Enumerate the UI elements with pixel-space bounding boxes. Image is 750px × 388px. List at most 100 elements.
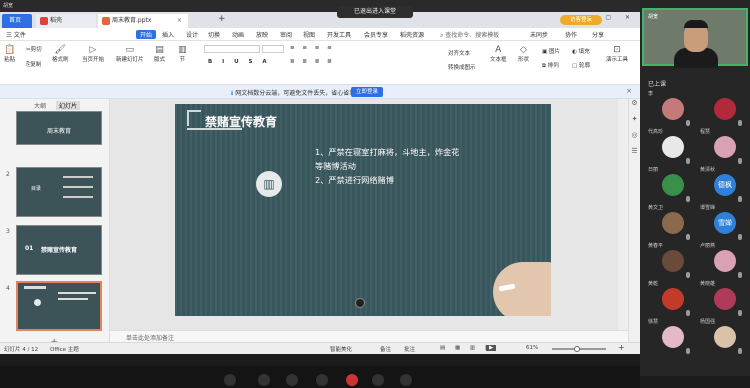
- notes-toggle[interactable]: 备注: [380, 345, 391, 353]
- style-icon[interactable]: ⚙: [629, 99, 640, 115]
- participant-name: 谭雪婵: [700, 205, 716, 211]
- participant-tile[interactable]: 杨国强: [698, 318, 748, 356]
- participant-tile[interactable]: 程慧: [698, 128, 748, 166]
- font-name-select[interactable]: [204, 45, 260, 53]
- mic-icon: [738, 234, 742, 240]
- window-controls[interactable]: – ▢ ✕: [588, 14, 636, 21]
- participant-tile[interactable]: 黄文卫: [646, 204, 696, 242]
- comment-toggle[interactable]: 批注: [404, 345, 415, 353]
- avatar: [714, 136, 736, 158]
- paragraph-buttons[interactable]: ≡ ≡ ≡ ≡: [290, 45, 335, 51]
- participant-tile[interactable]: [698, 90, 748, 128]
- slide-line-2[interactable]: 等赌博活动: [315, 160, 356, 172]
- notice-text: ℹ 网文档数分云端，可避免文件丢失，省心省事: [231, 88, 355, 97]
- zoom-in-button[interactable]: +: [618, 343, 625, 352]
- shape-button[interactable]: ◇ 形状: [518, 45, 529, 63]
- slide-thumbnail-panel: 大纲 幻灯片 周末教育 2 目录 3 01 禁赌宣传教育 4 +: [0, 99, 110, 348]
- align-buttons[interactable]: ≣ ≣ ≣ ≣: [290, 59, 335, 65]
- menu-review[interactable]: 审阅: [280, 30, 292, 39]
- textbox-button[interactable]: A 文本框: [490, 45, 507, 63]
- slideshow-button[interactable]: ▶: [486, 345, 497, 351]
- participant-tile[interactable]: 徐慧: [646, 318, 696, 356]
- search-command[interactable]: ⌕ 查找命令、搜索模板: [440, 30, 499, 40]
- participant-tile[interactable]: 代高珍: [646, 128, 696, 166]
- beautify-button[interactable]: 智能美化: [330, 345, 352, 353]
- menu-docer-resources[interactable]: 稻壳资源: [400, 30, 424, 39]
- layout-button[interactable]: ▤ 版式: [154, 45, 165, 63]
- menu-transition[interactable]: 切换: [208, 30, 220, 39]
- participant-tile[interactable]: 卢丽燕: [698, 242, 748, 280]
- layout-label: 版式: [154, 57, 166, 63]
- thumb-2-number: 2: [6, 171, 10, 178]
- participant-tile[interactable]: 日丽: [646, 166, 696, 204]
- tab-docer[interactable]: 稻壳: [36, 14, 96, 28]
- participant-tile[interactable]: 谭雪婵 雪婵: [698, 204, 748, 242]
- play-current-button[interactable]: ▷ 当页开始: [82, 45, 104, 63]
- tab-home[interactable]: 首页: [2, 14, 32, 28]
- align-text-button[interactable]: 对齐文本: [448, 49, 470, 57]
- section-button[interactable]: ▥ 节: [178, 45, 187, 63]
- menu-vip[interactable]: 会员专享: [364, 30, 388, 39]
- font-style-buttons[interactable]: B I U S A: [208, 59, 271, 65]
- notes-pane[interactable]: 单击此处添加备注: [110, 330, 630, 342]
- notes-placeholder: 单击此处添加备注: [126, 335, 175, 342]
- participant-tile[interactable]: 黄乾: [646, 280, 696, 318]
- font-size-select[interactable]: [262, 45, 284, 53]
- slide-thumb-3[interactable]: 01 禁赌宣传教育: [16, 225, 102, 275]
- menu-start[interactable]: 开始: [136, 30, 157, 39]
- format-painter-button[interactable]: 🖌 格式刷: [52, 45, 69, 63]
- vertical-scrollbar[interactable]: [618, 99, 628, 330]
- tab-presentation[interactable]: 周末教育.pptx ×: [98, 14, 188, 28]
- sync-status[interactable]: 未同步: [530, 30, 548, 39]
- slide-line-1[interactable]: 1、严禁在寝室打麻将，斗地主，炸金花: [315, 146, 459, 158]
- new-slide-button[interactable]: ▭ 新建幻灯片: [116, 45, 144, 63]
- slide-thumb-2[interactable]: 目录: [16, 167, 102, 217]
- current-slide[interactable]: 禁赌宣传教育 1、严禁在寝室打麻将，斗地主，炸金花 等赌博活动 2、严禁进行网络…: [175, 104, 551, 316]
- smartart-button[interactable]: 转换成图示: [448, 63, 476, 71]
- slide-thumb-4[interactable]: [16, 281, 102, 331]
- shape-tool-icon[interactable]: ◎: [629, 131, 640, 147]
- menu-file[interactable]: 三 文件: [6, 30, 26, 39]
- login-now-button[interactable]: 立即登录: [351, 87, 383, 97]
- close-notice-icon[interactable]: ×: [626, 87, 632, 95]
- close-tab-icon[interactable]: ×: [177, 14, 182, 28]
- comment-icon[interactable]: ☰: [629, 147, 640, 163]
- participant-tile[interactable]: 黄春平: [646, 242, 696, 280]
- arrange-button[interactable]: ⧉ 排列: [542, 61, 559, 70]
- slide-thumb-1[interactable]: 周末教育: [16, 111, 102, 145]
- participant-tile[interactable]: 黄晓雄: [698, 280, 748, 318]
- copy-button[interactable]: ⎘复制: [26, 60, 41, 69]
- teacher-video[interactable]: 胡宽: [642, 8, 748, 68]
- tab-slides[interactable]: 幻灯片: [56, 101, 81, 110]
- participant-list-title: 已上课: [648, 81, 667, 88]
- cut-button[interactable]: ✂剪切: [26, 45, 42, 53]
- menu-slideshow[interactable]: 放映: [256, 30, 268, 39]
- menu-view[interactable]: 视图: [303, 30, 315, 39]
- zoom-slider-knob[interactable]: [574, 346, 580, 352]
- image-button[interactable]: ▣ 图片: [542, 47, 560, 55]
- collab-button[interactable]: 协作: [565, 30, 577, 39]
- menu-design[interactable]: 设计: [186, 30, 198, 39]
- slide-title[interactable]: 禁赌宣传教育: [205, 113, 277, 130]
- menu-developer[interactable]: 开发工具: [327, 30, 351, 39]
- thumb-3-number: 3: [6, 228, 10, 235]
- tab-outline[interactable]: 大纲: [34, 101, 46, 110]
- participant-name: 杨国强: [700, 319, 716, 325]
- participant-tile[interactable]: 李: [646, 90, 696, 128]
- avatar: [662, 212, 684, 234]
- zoom-level[interactable]: 61%: [526, 345, 538, 351]
- paste-button[interactable]: 📋 粘贴: [4, 45, 15, 63]
- share-button[interactable]: 分享: [592, 30, 604, 39]
- outline-button[interactable]: ▢ 轮廓: [572, 61, 590, 69]
- new-tab-button[interactable]: +: [218, 14, 226, 24]
- title-bracket-decoration: [187, 110, 201, 126]
- present-tools-button[interactable]: ⊡ 演示工具: [606, 45, 628, 63]
- paste-label: 粘贴: [4, 57, 16, 63]
- slide-line-3[interactable]: 2、严禁进行网络赌博: [315, 174, 394, 186]
- menu-insert[interactable]: 插入: [162, 30, 174, 39]
- fill-button[interactable]: ◐ 填充: [572, 47, 590, 55]
- participant-tile[interactable]: 黄清秋 德枫: [698, 166, 748, 204]
- present-tools-label: 演示工具: [606, 57, 629, 63]
- animation-icon[interactable]: ✦: [629, 115, 640, 131]
- menu-animation[interactable]: 动画: [232, 30, 244, 39]
